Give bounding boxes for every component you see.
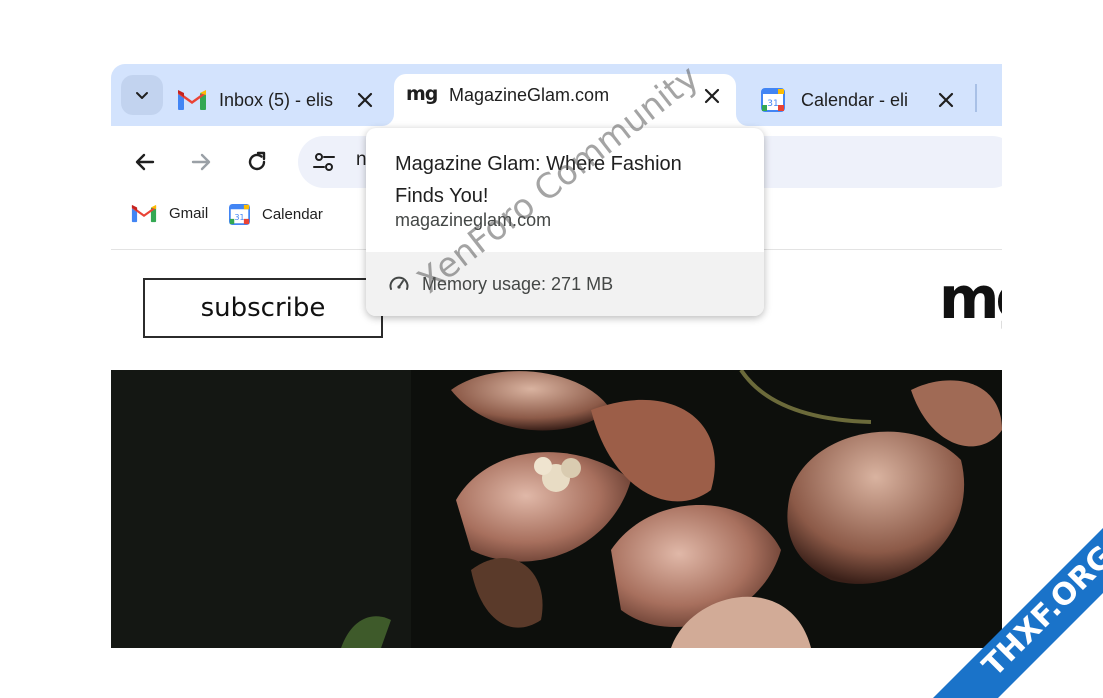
close-icon — [938, 92, 954, 108]
address-text: n — [356, 149, 367, 170]
forward-button[interactable] — [183, 144, 219, 180]
close-icon — [357, 92, 373, 108]
hero-image — [111, 370, 1002, 648]
calendar-icon: 31 — [761, 88, 785, 112]
tab-calendar[interactable]: 31 Calendar - eli — [761, 74, 971, 126]
forward-arrow-icon — [191, 153, 211, 171]
reload-icon — [248, 151, 266, 171]
tab-separator — [975, 84, 977, 112]
hero-photo — [111, 370, 1002, 648]
bookmark-gmail[interactable]: Gmail — [131, 204, 208, 223]
site-info-icon[interactable] — [312, 150, 336, 174]
tab-title: MagazineGlam.com — [449, 85, 610, 105]
magazineglam-favicon: mg — [406, 83, 438, 105]
reload-button[interactable] — [239, 144, 275, 180]
subscribe-button[interactable]: subscribe — [143, 278, 383, 338]
site-logo[interactable]: mg — [939, 264, 1002, 332]
bookmark-label: Calendar — [262, 206, 323, 223]
calendar-icon-day: 31 — [234, 213, 244, 222]
gauge-icon — [389, 276, 409, 290]
calendar-icon: 31 — [229, 204, 250, 225]
calendar-icon-day: 31 — [767, 99, 778, 109]
gmail-icon — [178, 90, 206, 110]
tab-close-button[interactable] — [352, 87, 378, 113]
corner-badge: THXF.ORG — [903, 498, 1103, 698]
bookmark-label: Gmail — [169, 205, 209, 222]
bookmark-calendar[interactable]: 31 Calendar — [229, 204, 323, 225]
back-button[interactable] — [127, 144, 163, 180]
gmail-icon — [131, 204, 157, 223]
tab-strip: Inbox (5) - elis mg MagazineGlam.com 31 … — [111, 64, 1002, 130]
tab-close-button[interactable] — [933, 87, 959, 113]
tab-inbox[interactable]: Inbox (5) - elis — [177, 74, 387, 126]
tab-title: Calendar - eli — [801, 89, 909, 110]
chevron-down-icon — [136, 92, 148, 99]
tab-search-button[interactable] — [121, 75, 163, 115]
tab-title: Inbox (5) - elis — [219, 89, 334, 110]
back-arrow-icon — [135, 153, 155, 171]
